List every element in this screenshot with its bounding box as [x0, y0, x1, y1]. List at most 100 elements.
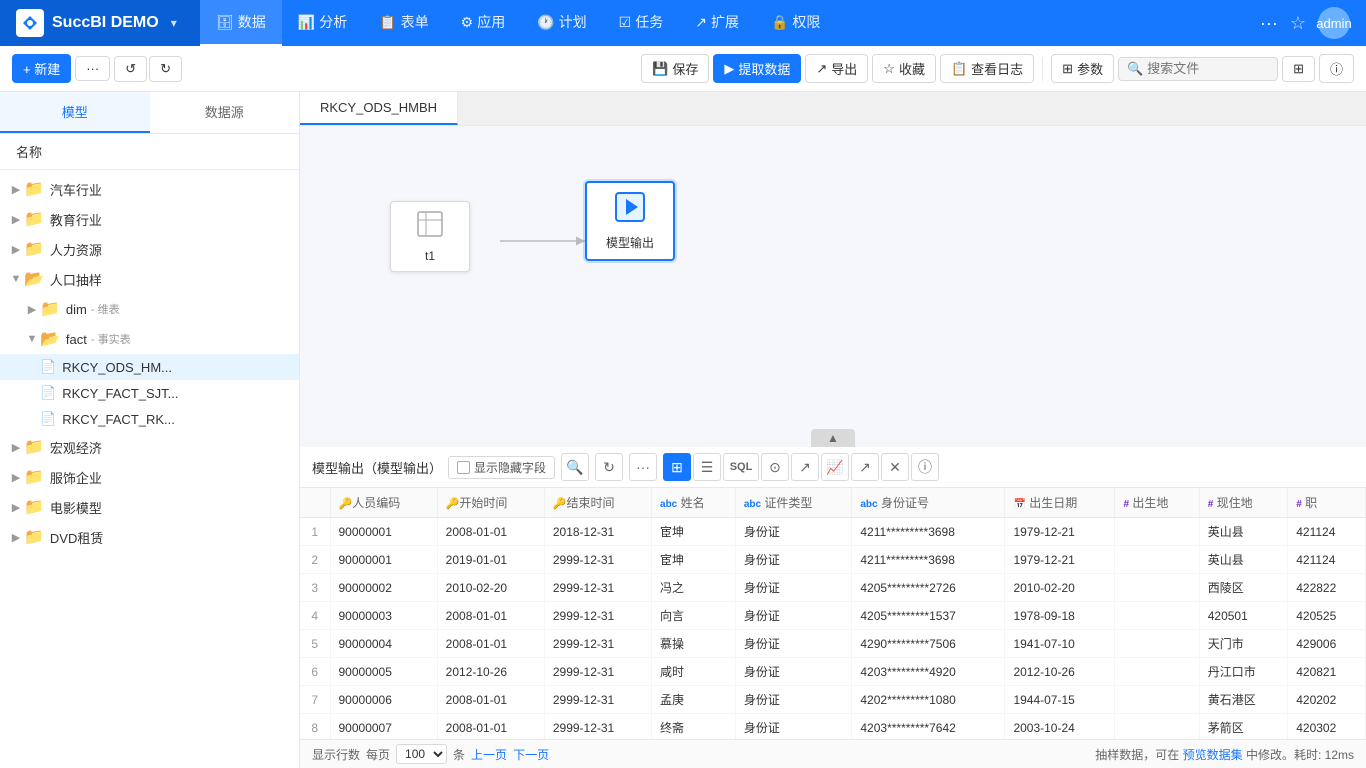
col-header-certno: abc 身份证号: [852, 488, 1005, 518]
row-num: 2: [300, 546, 330, 574]
relation-view-button[interactable]: ⊙: [761, 453, 789, 481]
row-num: 1: [300, 518, 330, 546]
list-view-button[interactable]: ☰: [693, 453, 721, 481]
col-header-endtime: 🔑结束时间: [544, 488, 651, 518]
nav-item-extend[interactable]: ↗ 扩展: [679, 0, 755, 46]
save-button[interactable]: 💾 保存: [641, 54, 709, 83]
cell-personid: 90000005: [330, 658, 437, 686]
status-tail: 中修改。耗时: 12ms: [1246, 748, 1354, 762]
per-page-select[interactable]: 100 50 200: [396, 744, 447, 764]
sidebar-item-rkcy-ods[interactable]: 📄 RKCY_ODS_HM...: [0, 354, 299, 380]
expand-view-button[interactable]: ↗: [851, 453, 879, 481]
param-label: 参数: [1077, 59, 1103, 78]
status-note: 抽样数据，可在 预览数据集 中修改。耗时: 12ms: [1095, 746, 1354, 763]
cell-birthdate: 1979-12-21: [1005, 546, 1115, 574]
cell-certno: 4203*********4920: [852, 658, 1005, 686]
prev-page-button[interactable]: 上一页: [471, 746, 507, 763]
nav-item-task[interactable]: ☑ 任务: [603, 0, 680, 46]
info-button[interactable]: ⓘ: [1319, 54, 1354, 83]
cell-personid: 90000007: [330, 714, 437, 740]
param-button[interactable]: ⊞ 参数: [1051, 54, 1114, 83]
info-panel-button[interactable]: ⓘ: [911, 453, 939, 481]
cell-residence: 420501: [1199, 602, 1288, 630]
more-button[interactable]: ···: [75, 56, 110, 81]
collect-button[interactable]: ☆ 收藏: [872, 54, 936, 83]
log-button[interactable]: 📋 查看日志: [940, 54, 1034, 83]
logo-caret[interactable]: ▾: [171, 16, 177, 30]
nav-right: ··· ☆ admin: [1260, 7, 1366, 39]
more-table-button[interactable]: ···: [629, 453, 657, 481]
nav-item-report[interactable]: 📋 表单: [363, 0, 444, 46]
sidebar-item-rkcy-fact-sjt[interactable]: 📄 RKCY_FACT_SJT...: [0, 380, 299, 406]
sidebar-item-dim[interactable]: ▶ 📁 dim - 维表: [0, 294, 299, 324]
sql-view-button[interactable]: SQL: [723, 453, 759, 481]
search-input[interactable]: [1147, 61, 1267, 76]
export-button[interactable]: ↗ 导出: [805, 54, 868, 83]
cell-birthplace: [1115, 546, 1199, 574]
col-header-birthplace: # 出生地: [1115, 488, 1199, 518]
extend-nav-icon: ↗: [695, 14, 707, 31]
table-row: 7 90000006 2008-01-01 2999-12-31 孟庚 身份证 …: [300, 686, 1366, 714]
sidebar-item-population[interactable]: ▼ 📂 人口抽样: [0, 264, 299, 294]
sidebar-tab-model[interactable]: 模型: [0, 92, 150, 133]
nav-item-app[interactable]: ⚙ 应用: [445, 0, 522, 46]
cell-birthplace: [1115, 714, 1199, 740]
extract-button[interactable]: ▶ 提取数据: [713, 54, 801, 83]
chart-view-button[interactable]: 📈: [821, 453, 849, 481]
folder-auto-icon: 📁: [24, 179, 44, 199]
grid-view-button[interactable]: ⊞: [663, 453, 691, 481]
cell-residence: 黄石港区: [1199, 686, 1288, 714]
refresh-table-button[interactable]: ↻: [595, 453, 623, 481]
sidebar-item-dvd[interactable]: ▶ 📁 DVD租赁: [0, 522, 299, 552]
nav-item-analysis[interactable]: 📊 分析: [282, 0, 363, 46]
population-label: 人口抽样: [50, 270, 102, 289]
collapse-button[interactable]: ▲: [811, 429, 855, 447]
layout-button[interactable]: ⊞: [1282, 56, 1315, 82]
sidebar-item-hr[interactable]: ▶ 📁 人力资源: [0, 234, 299, 264]
nav-more-button[interactable]: ···: [1260, 13, 1278, 34]
cell-starttime: 2008-01-01: [437, 714, 544, 740]
sidebar-item-edu[interactable]: ▶ 📁 教育行业: [0, 204, 299, 234]
avatar[interactable]: admin: [1318, 7, 1350, 39]
fact-badge: - 事实表: [91, 331, 131, 347]
logo-area[interactable]: SuccBI DEMO ▾: [0, 0, 200, 46]
close-panel-button[interactable]: ✕: [881, 453, 909, 481]
app-nav-icon: ⚙: [461, 14, 474, 31]
cell-birthdate: 1978-09-18: [1005, 602, 1115, 630]
sidebar-tab-datasource[interactable]: 数据源: [150, 92, 300, 133]
nav-item-permission[interactable]: 🔒 权限: [755, 0, 836, 46]
sidebar-item-auto[interactable]: ▶ 📁 汽车行业: [0, 174, 299, 204]
nav-star-button[interactable]: ☆: [1290, 13, 1306, 34]
sidebar-item-rkcy-fact-rk[interactable]: 📄 RKCY_FACT_RK...: [0, 406, 299, 432]
caret-dvd-icon: ▶: [8, 531, 24, 544]
sidebar-item-fact[interactable]: ▼ 📂 fact - 事实表: [0, 324, 299, 354]
save-label: 保存: [672, 59, 698, 78]
canvas-node-t1[interactable]: t1: [390, 201, 470, 272]
row-num: 3: [300, 574, 330, 602]
app-nav-label: 应用: [477, 12, 505, 32]
undo-button[interactable]: ↺: [114, 56, 147, 82]
show-hidden-checkbox[interactable]: [457, 461, 470, 474]
status-link[interactable]: 预览数据集: [1183, 748, 1243, 762]
canvas-node-output[interactable]: 模型输出: [585, 181, 675, 261]
search-table-button[interactable]: 🔍: [561, 453, 589, 481]
extract-label: 提取数据: [738, 59, 790, 78]
cell-starttime: 2008-01-01: [437, 518, 544, 546]
sidebar-item-fashion[interactable]: ▶ 📁 服饰企业: [0, 462, 299, 492]
file-rkcy-fact-rk-icon: 📄: [40, 411, 56, 427]
new-button[interactable]: + 新建: [12, 54, 71, 83]
sidebar-item-movie[interactable]: ▶ 📁 电影模型: [0, 492, 299, 522]
show-hidden-button[interactable]: 显示隐藏字段: [448, 456, 555, 479]
caret-auto-icon: ▶: [8, 183, 24, 196]
nav-item-plan[interactable]: 🕐 计划: [521, 0, 602, 46]
cell-birthdate: 2010-02-20: [1005, 574, 1115, 602]
cell-birthplace: [1115, 602, 1199, 630]
next-page-button[interactable]: 下一页: [513, 746, 549, 763]
content-tab-rkcy[interactable]: RKCY_ODS_HMBH: [300, 92, 458, 125]
hr-label: 人力资源: [50, 240, 102, 259]
view-type-buttons: ⊞ ☰ SQL ⊙ ↗ 📈 ↗ ✕ ⓘ: [663, 453, 939, 481]
export-view-button[interactable]: ↗: [791, 453, 819, 481]
redo-button[interactable]: ↻: [149, 56, 182, 82]
nav-item-data[interactable]: 🗄 数据: [200, 0, 282, 46]
sidebar-item-macro[interactable]: ▶ 📁 宏观经济: [0, 432, 299, 462]
